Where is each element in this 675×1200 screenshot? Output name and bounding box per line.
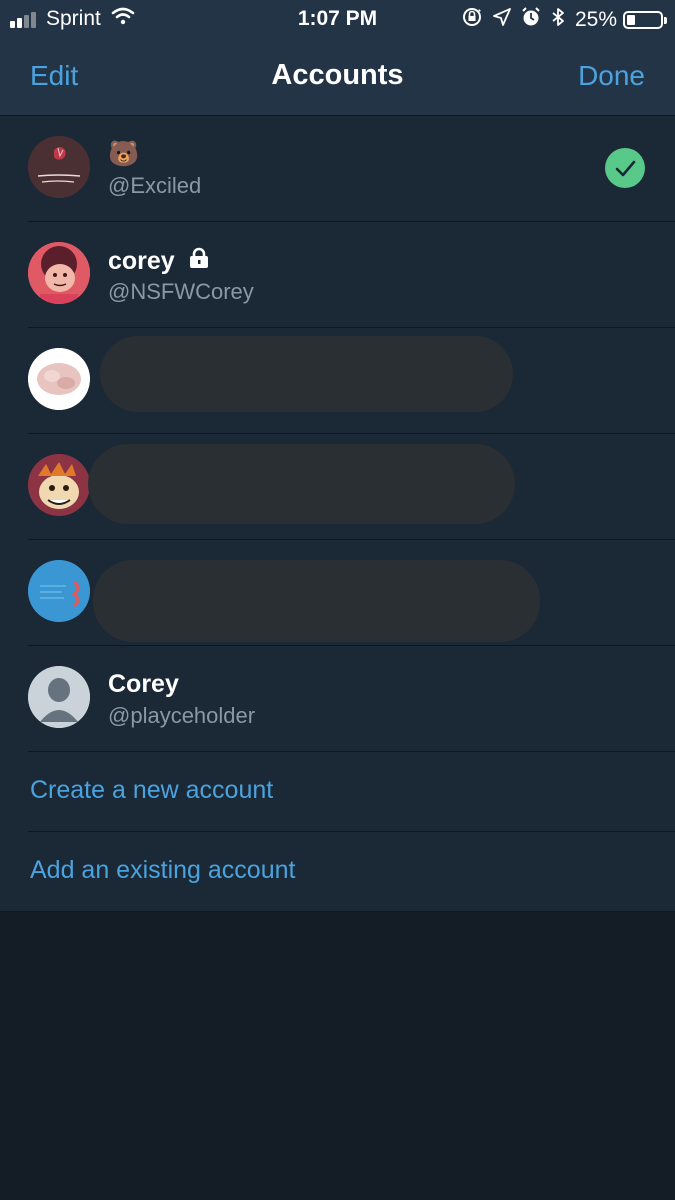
account-name: Corey	[108, 670, 179, 699]
avatar	[28, 666, 90, 728]
battery-icon	[623, 11, 667, 29]
page-title: Accounts	[271, 59, 404, 91]
avatar	[28, 242, 90, 304]
orientation-lock-icon	[461, 6, 483, 34]
account-row[interactable]: corey @NSFWCorey	[28, 222, 675, 328]
avatar	[28, 348, 90, 410]
account-handle: @playceholder	[108, 703, 256, 728]
account-name: 🐻	[108, 140, 139, 169]
add-existing-account-button[interactable]: Add an existing account	[28, 832, 675, 911]
account-row[interactable]	[28, 434, 675, 540]
account-row[interactable]	[28, 328, 675, 434]
account-handle: @Exciled	[108, 173, 202, 198]
account-name-text: corey	[108, 247, 175, 275]
account-name: corey	[108, 246, 211, 277]
add-existing-account-label: Add an existing account	[30, 856, 296, 884]
avatar	[28, 454, 90, 516]
redaction-bar	[88, 444, 515, 524]
account-row[interactable]: 🐻 @Exciled	[28, 116, 675, 222]
location-icon	[493, 8, 511, 32]
done-button[interactable]: Done	[578, 60, 645, 92]
bluetooth-icon	[551, 7, 565, 33]
create-account-label: Create a new account	[30, 776, 274, 804]
battery-percent: 25%	[574, 8, 617, 31]
account-name-text: Corey	[108, 670, 179, 698]
battery-fill	[627, 15, 635, 25]
account-row[interactable]	[28, 540, 675, 646]
selected-check-icon	[605, 148, 645, 188]
status-right: 25%	[451, 6, 667, 34]
nav-bar: Edit Accounts Done	[0, 38, 675, 116]
avatar	[28, 136, 90, 198]
create-account-button[interactable]: Create a new account	[28, 752, 675, 832]
account-name-text: 🐻	[108, 140, 140, 168]
alarm-icon	[521, 7, 541, 33]
avatar	[28, 560, 90, 622]
accounts-list: 🐻 @Exciled corey @NSFWCorey Corey @playc…	[0, 116, 675, 912]
status-bar: Sprint 1:07 PM 25%	[0, 0, 675, 38]
lock-icon	[187, 246, 211, 277]
redaction-bar	[100, 336, 513, 412]
redaction-bar	[93, 560, 540, 642]
account-actions: Create a new account Add an existing acc…	[0, 752, 675, 911]
account-handle: @NSFWCorey	[108, 279, 254, 304]
account-row[interactable]: Corey @playceholder	[28, 646, 675, 752]
